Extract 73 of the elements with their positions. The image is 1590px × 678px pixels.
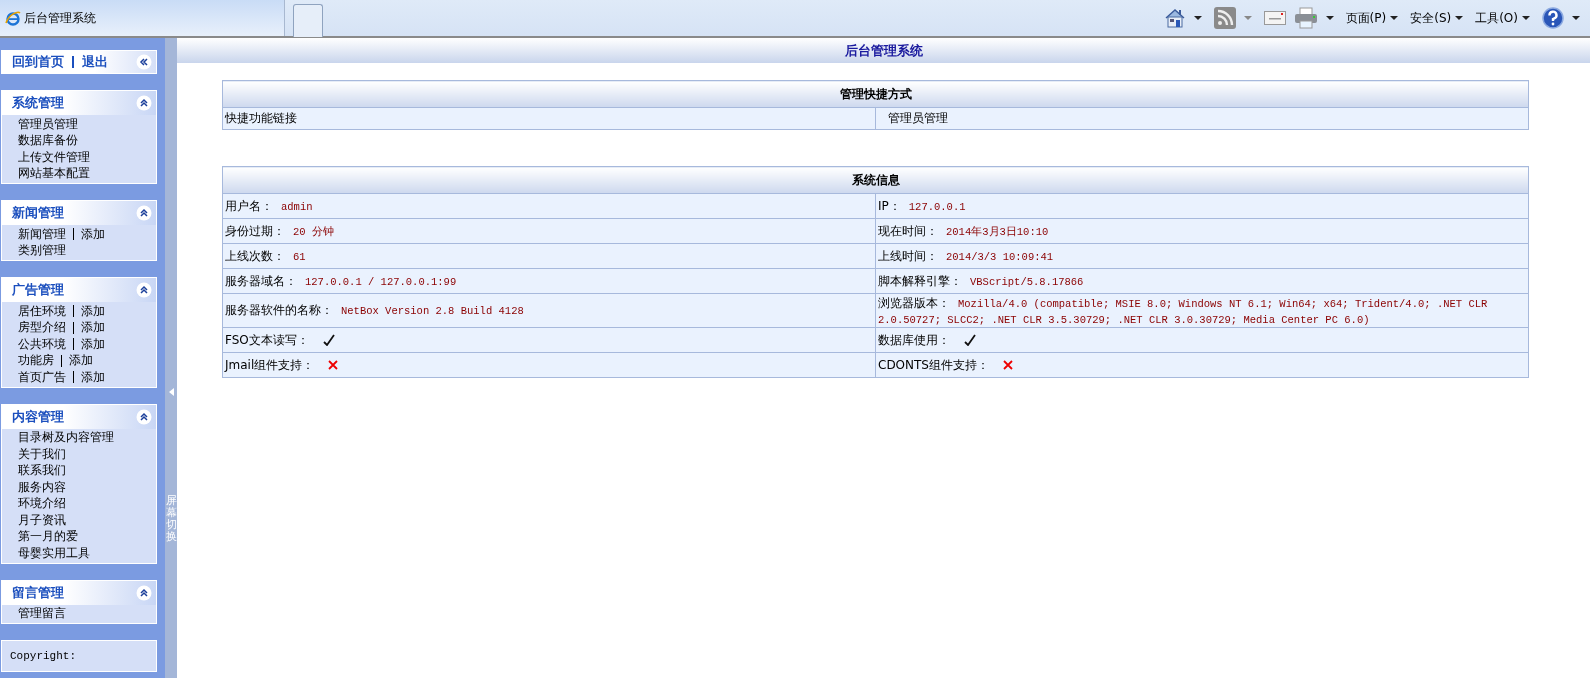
info-cell: 服务器软件的名称： NetBox Version 2.8 Build 4128 bbox=[222, 293, 876, 328]
menu-link[interactable]: 第一月的爱 bbox=[18, 528, 78, 546]
table-cell: 快捷功能链接 bbox=[222, 107, 876, 130]
info-label: 数据库使用： bbox=[878, 332, 950, 347]
menu-link[interactable]: 首页广告 bbox=[18, 368, 66, 386]
add-link[interactable]: 添加 bbox=[81, 225, 105, 243]
table-header: 系统信息 bbox=[222, 166, 1529, 194]
toolbar-menu[interactable]: 工具(O) bbox=[1475, 9, 1534, 27]
toolbar-menu[interactable]: 页面(P) bbox=[1345, 9, 1403, 27]
add-link[interactable]: 添加 bbox=[81, 368, 105, 386]
info-cell: IP： 127.0.0.1 bbox=[875, 193, 1529, 219]
collapse-left-icon[interactable] bbox=[136, 54, 152, 70]
add-link[interactable]: 添加 bbox=[81, 302, 105, 320]
info-cell: 服务器域名： 127.0.0.1 / 127.0.0.1:99 bbox=[222, 268, 876, 294]
browser-tab[interactable]: 后台管理系统 bbox=[0, 0, 285, 36]
copyright-text: Copyright: bbox=[10, 650, 76, 662]
printer-icon[interactable] bbox=[1293, 7, 1318, 29]
menu-link[interactable]: 环境介绍 bbox=[18, 495, 66, 513]
mail-icon[interactable] bbox=[1263, 11, 1286, 25]
menu-link[interactable]: 上传文件管理 bbox=[18, 148, 90, 166]
info-label: FSO文本读写： bbox=[225, 332, 309, 347]
tab-title: 后台管理系统 bbox=[24, 9, 96, 27]
home-icon[interactable] bbox=[1163, 7, 1186, 29]
collapse-arrow-icon bbox=[168, 388, 174, 396]
collapse-icon[interactable] bbox=[136, 282, 152, 298]
add-link[interactable]: 添加 bbox=[81, 335, 105, 353]
menu-link[interactable]: 房型介绍 bbox=[18, 319, 66, 337]
add-link[interactable]: 添加 bbox=[81, 319, 105, 337]
info-cell: 身份过期： 20 分钟 bbox=[222, 218, 876, 244]
caret-icon[interactable] bbox=[1390, 16, 1399, 20]
caret-icon[interactable] bbox=[1455, 16, 1464, 20]
help-icon[interactable] bbox=[1542, 7, 1564, 29]
menu-link[interactable]: 网站基本配置 bbox=[18, 165, 90, 183]
toolbar-menu[interactable]: 安全(S) bbox=[1410, 9, 1468, 27]
menu-link[interactable]: 月子资讯 bbox=[18, 511, 66, 529]
menu-link[interactable]: 服务内容 bbox=[18, 478, 66, 496]
browser-logo-icon bbox=[5, 10, 21, 26]
collapse-icon[interactable] bbox=[136, 408, 152, 425]
menu-link[interactable]: 母婴实用工具 bbox=[18, 544, 90, 562]
info-cell: 上线次数： 61 bbox=[222, 243, 876, 269]
menu-link[interactable]: 功能房 bbox=[18, 352, 54, 370]
add-link[interactable]: 添加 bbox=[69, 352, 93, 370]
info-cell: 浏览器版本： Mozilla/4.0 (compatible; MSIE 8.0; Windows NT 6.1; Win64; x64; Trident/4.0; .NET CLR 2.0.50727; SLCC2; .NET CLR 3.5.30729; .NET CLR 3.0.30729; Media Center PC 6.0) bbox=[875, 293, 1529, 328]
menu-link[interactable]: 目录树及内容管理 bbox=[18, 429, 114, 447]
menu-link[interactable]: 管理员管理 bbox=[18, 115, 78, 133]
shortcut-link[interactable]: 管理员管理 bbox=[888, 111, 948, 125]
info-label: Jmail组件支持： bbox=[225, 357, 315, 372]
info-cell: 上线时间： 2014/3/3 10:09:41 bbox=[875, 243, 1529, 269]
info-cell: 脚本解释引擎： VBScript/5.8.17866 bbox=[875, 268, 1529, 294]
menu-link[interactable]: 居住环境 bbox=[18, 302, 66, 320]
splitter-label: 屏幕切换 bbox=[165, 495, 177, 544]
nav-link[interactable]: 回到首页 bbox=[12, 53, 64, 71]
caret-icon[interactable] bbox=[1572, 16, 1580, 20]
page-title: 后台管理系统 bbox=[177, 38, 1590, 63]
menu-link[interactable]: 新闻管理 bbox=[18, 225, 66, 243]
info-cell: 用户名： admin bbox=[222, 193, 876, 219]
collapse-icon[interactable] bbox=[136, 205, 152, 221]
menu-link[interactable]: 公共环境 bbox=[18, 335, 66, 353]
table-header: 管理快捷方式 bbox=[222, 80, 1529, 108]
info-label: CDONTS组件支持： bbox=[878, 357, 989, 372]
collapse-icon[interactable] bbox=[136, 95, 152, 111]
menu-link[interactable]: 联系我们 bbox=[18, 462, 66, 480]
info-cell: 现在时间： 2014年3月3日10:10 bbox=[875, 218, 1529, 244]
menu-link[interactable]: 管理留言 bbox=[18, 605, 66, 623]
menu-link[interactable]: 数据库备份 bbox=[18, 132, 78, 150]
caret-icon[interactable] bbox=[1193, 16, 1202, 20]
caret-icon[interactable] bbox=[1325, 16, 1334, 20]
feed-icon[interactable] bbox=[1213, 7, 1236, 29]
caret-icon[interactable] bbox=[1522, 16, 1530, 20]
nav-link[interactable]: 退出 bbox=[82, 53, 108, 71]
collapse-icon[interactable] bbox=[136, 584, 152, 601]
menu-link[interactable]: 类别管理 bbox=[18, 242, 66, 260]
menu-link[interactable]: 关于我们 bbox=[18, 445, 66, 463]
